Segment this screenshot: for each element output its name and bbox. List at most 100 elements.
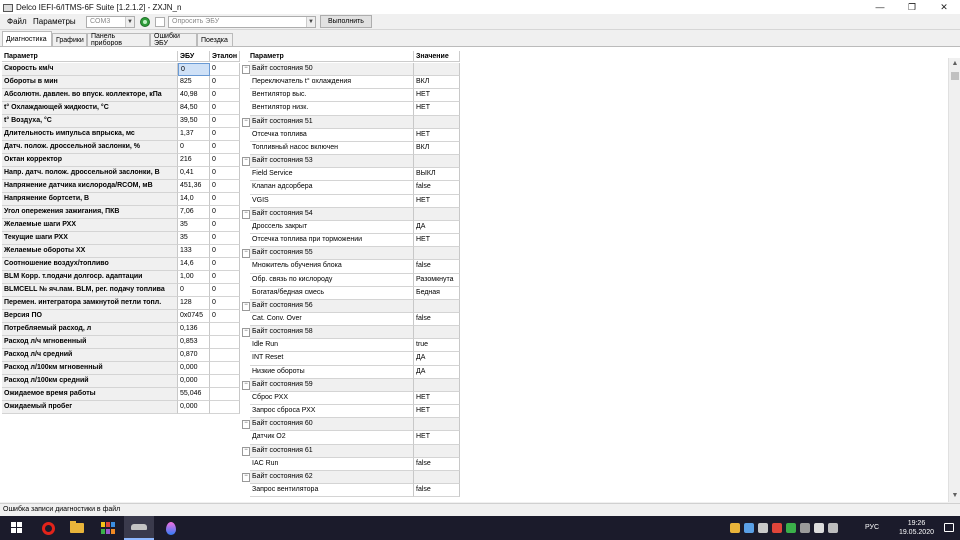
status-name-cell[interactable]: Отсечка топлива при торможении <box>250 234 414 248</box>
menu-params[interactable]: Параметры <box>33 17 76 26</box>
collapse-icon[interactable] <box>242 379 250 392</box>
ref-value-cell[interactable]: 0 <box>210 271 240 284</box>
table-row[interactable]: Угол опережения зажигания, ПКВ 7,06 0 <box>2 206 240 219</box>
tab-ecu-errors[interactable]: Ошибки ЭБУ <box>150 33 197 47</box>
status-value-cell[interactable] <box>414 299 460 313</box>
ref-value-cell[interactable]: 0 <box>210 245 240 258</box>
ref-value-cell[interactable]: 0 <box>210 310 240 323</box>
tree-group-row[interactable]: Байт состояния 58 <box>242 326 460 340</box>
param-cell[interactable]: Абсолютн. давлен. во впуск. коллекторе, … <box>2 89 178 102</box>
ref-value-cell[interactable]: 0 <box>210 63 240 76</box>
status-value-cell[interactable]: Бедная <box>414 286 460 300</box>
ecu-value-cell[interactable]: 40,98 <box>178 89 210 102</box>
ecu-value-cell[interactable]: 825 <box>178 76 210 89</box>
status-value-cell[interactable]: НЕТ <box>414 194 460 208</box>
table-row[interactable]: Ожидаемое время работы 55,046 <box>2 388 240 401</box>
tree-item-row[interactable]: Отсечка топлива при торможении НЕТ <box>242 234 460 248</box>
ref-value-cell[interactable]: 0 <box>210 76 240 89</box>
tree-group-row[interactable]: Байт состояния 60 <box>242 418 460 432</box>
tree-item-row[interactable]: Топливный насос включен ВКЛ <box>242 141 460 156</box>
status-name-cell[interactable]: Байт состояния 58 <box>250 326 414 340</box>
table-row[interactable]: Расход л/100км средний 0,000 <box>2 375 240 388</box>
status-name-cell[interactable]: Дроссель закрыт <box>250 220 414 235</box>
status-value-cell[interactable]: ДА <box>414 220 460 235</box>
status-name-cell[interactable]: Байт состояния 51 <box>250 115 414 129</box>
param-cell[interactable]: Соотношение воздух/топливо <box>2 258 178 271</box>
ecu-value-cell[interactable]: 451,36 <box>178 180 210 193</box>
tree-group-row[interactable]: Байт состояния 51 <box>242 115 460 129</box>
tab-trip[interactable]: Поездка <box>197 33 233 46</box>
status-name-cell[interactable]: Переключатель t° охлаждения <box>250 76 414 90</box>
ecu-value-cell[interactable]: 0,000 <box>178 362 210 375</box>
status-name-cell[interactable]: Топливный насос включен <box>250 141 414 156</box>
status-value-cell[interactable] <box>414 470 460 484</box>
tray-sync-icon[interactable] <box>786 523 796 533</box>
ref-value-cell[interactable]: 0 <box>210 219 240 232</box>
ref-value-cell[interactable]: 0 <box>210 102 240 115</box>
param-cell[interactable]: BLM Корр. т.подачи долгоср. адаптации <box>2 271 178 284</box>
param-cell[interactable]: Расход л/ч средний <box>2 349 178 362</box>
tree-item-row[interactable]: Вентилятор низк. НЕТ <box>242 102 460 116</box>
param-cell[interactable]: Желаемые обороты ХХ <box>2 245 178 258</box>
status-value-cell[interactable]: false <box>414 260 460 274</box>
status-name-cell[interactable]: Запрос сброса РХХ <box>250 405 414 419</box>
param-cell[interactable]: Угол опережения зажигания, ПКВ <box>2 206 178 219</box>
table-row[interactable]: Версия ПО 0x0745 0 <box>2 310 240 323</box>
ref-value-cell[interactable] <box>210 336 240 349</box>
param-cell[interactable]: Скорость км/ч <box>2 63 178 76</box>
ref-value-cell[interactable]: 0 <box>210 258 240 271</box>
tray-volume-icon[interactable] <box>828 523 838 533</box>
ecu-value-cell[interactable]: 128 <box>178 297 210 310</box>
ref-value-cell[interactable]: 0 <box>210 89 240 102</box>
param-cell[interactable]: Датч. полож. дроссельной заслонки, % <box>2 141 178 154</box>
status-name-cell[interactable]: Отсечка топлива <box>250 128 414 142</box>
status-value-cell[interactable] <box>414 155 460 169</box>
tab-dashboard[interactable]: Панель приборов <box>87 33 150 47</box>
ecu-value-cell[interactable]: 0,41 <box>178 167 210 180</box>
status-name-cell[interactable]: Idle Run <box>250 339 414 353</box>
param-cell[interactable]: Версия ПО <box>2 310 178 323</box>
table-row[interactable]: Скорость км/ч 0 0 <box>2 63 240 76</box>
ecu-value-cell[interactable]: 216 <box>178 154 210 167</box>
language-indicator[interactable]: РУС <box>865 524 879 531</box>
ref-value-cell[interactable]: 0 <box>210 128 240 141</box>
status-name-cell[interactable]: INT Reset <box>250 352 414 366</box>
tree-group-row[interactable]: Байт состояния 61 <box>242 444 460 458</box>
tree-group-row[interactable]: Байт состояния 55 <box>242 247 460 261</box>
tree-item-row[interactable]: Cat. Conv. Over false <box>242 312 460 327</box>
ref-value-cell[interactable] <box>210 375 240 388</box>
ref-value-cell[interactable]: 0 <box>210 297 240 310</box>
ref-value-cell[interactable]: 0 <box>210 115 240 128</box>
param-cell[interactable]: Напряжение датчика кислорода/RCOM, мВ <box>2 180 178 193</box>
ref-value-cell[interactable]: 0 <box>210 167 240 180</box>
ref-value-cell[interactable]: 0 <box>210 141 240 154</box>
status-value-cell[interactable]: false <box>414 457 460 471</box>
status-name-cell[interactable]: Байт состояния 50 <box>250 63 414 77</box>
ref-value-cell[interactable] <box>210 362 240 375</box>
maximize-button[interactable]: ❐ <box>896 0 928 14</box>
status-value-cell[interactable]: ДА <box>414 365 460 379</box>
tree-group-row[interactable]: Байт состояния 53 <box>242 155 460 169</box>
tree-item-row[interactable]: Множитель обучения блока false <box>242 260 460 274</box>
table-row[interactable]: Расход л/100км мгновенный 0,000 <box>2 362 240 375</box>
tree-item-row[interactable]: Запрос вентилятора false <box>242 484 460 498</box>
status-name-cell[interactable]: Сброс РХХ <box>250 391 414 406</box>
status-name-cell[interactable]: IAC Run <box>250 457 414 471</box>
ref-value-cell[interactable] <box>210 349 240 362</box>
header-ref[interactable]: Эталон <box>210 51 240 62</box>
table-row[interactable]: Обороты в мин 825 0 <box>2 76 240 89</box>
ecu-value-cell[interactable]: 1,37 <box>178 128 210 141</box>
status-value-cell[interactable] <box>414 378 460 392</box>
param-cell[interactable]: Напряжение бортсети, В <box>2 193 178 206</box>
ecu-value-cell[interactable]: 39,50 <box>178 115 210 128</box>
ecu-value-cell[interactable]: 1,00 <box>178 271 210 284</box>
status-value-cell[interactable]: НЕТ <box>414 405 460 419</box>
status-value-cell[interactable] <box>414 444 460 458</box>
tree-item-row[interactable]: Отсечка топлива НЕТ <box>242 128 460 142</box>
status-value-cell[interactable] <box>414 115 460 129</box>
ecu-value-cell[interactable]: 0,000 <box>178 375 210 388</box>
status-name-cell[interactable]: Cat. Conv. Over <box>250 312 414 327</box>
status-value-cell[interactable]: false <box>414 312 460 327</box>
table-row[interactable]: Напряжение бортсети, В 14,0 0 <box>2 193 240 206</box>
status-name-cell[interactable]: Клапан адсорбера <box>250 181 414 195</box>
